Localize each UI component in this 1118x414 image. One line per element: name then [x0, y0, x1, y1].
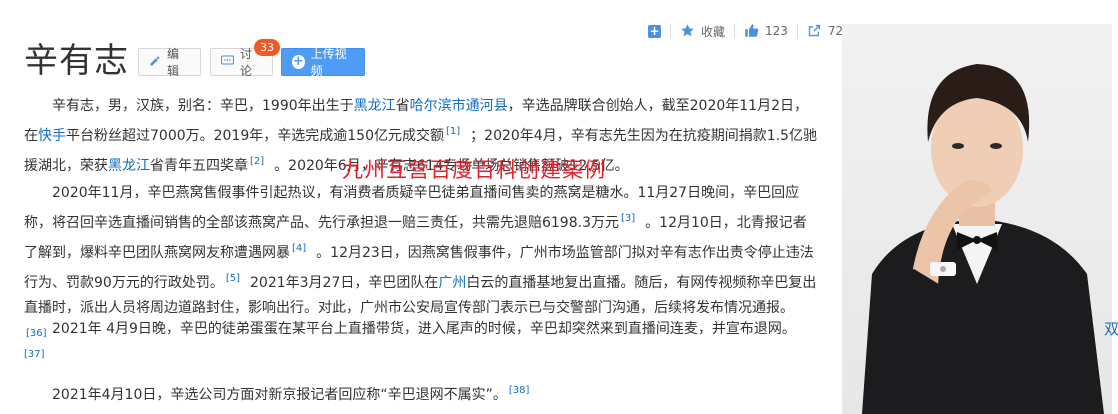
upload-video-button[interactable]: + 上传视频	[281, 47, 365, 78]
text: 2021年 4月9日晚，辛巴的徒弟蛋蛋在某平台上直播带货，进入尾声的时候，辛巴却…	[52, 321, 796, 337]
text: 辛有志，男，汉族，别名：辛巴，1990年出生于	[52, 98, 354, 114]
action-bar: + 收藏 123 72	[648, 20, 843, 42]
text: 2021年4月10日，辛选公司方面对新京报记者回应称“辛巴退网不属实”。	[52, 387, 507, 403]
reference-37[interactable]: [37]	[24, 349, 45, 360]
reference-3[interactable]: [3]	[621, 213, 635, 224]
text: 2021年3月27日，辛巴团队在	[250, 275, 439, 291]
link-guangzhou[interactable]: 广州	[438, 275, 466, 291]
side-edge-text: 双	[1104, 320, 1118, 338]
text: 省青年五四奖章	[150, 158, 248, 174]
add-entry-button[interactable]: +	[648, 23, 661, 38]
share-icon	[807, 23, 823, 39]
link-heilongjiang[interactable]: 黑龙江	[354, 98, 396, 114]
edit-label: 编辑	[167, 47, 180, 78]
discuss-count-badge: 33	[254, 39, 280, 56]
reference-5[interactable]: [5]	[226, 273, 240, 284]
like-button[interactable]: 123	[744, 23, 788, 39]
text: 平台粉丝超过7000万。2019年，辛选完成逾150亿元成交额	[66, 128, 444, 144]
divider	[670, 24, 671, 38]
retirement-paragraph: 2021年 4月9日晚，辛巴的徒弟蛋蛋在某平台上直播带货，进入尾声的时候，辛巴却…	[24, 317, 818, 367]
favorite-button[interactable]: 收藏	[680, 23, 725, 40]
link-kuaishou[interactable]: 快手	[38, 128, 66, 144]
reference-38[interactable]: [38]	[509, 385, 530, 396]
link-harbin-tonghe[interactable]: 哈尔滨市通河县	[410, 98, 508, 114]
watermark: 九州互营百度百科创建案例	[342, 158, 606, 182]
edit-button[interactable]: 编辑	[138, 47, 201, 78]
divider	[734, 24, 736, 38]
thumbs-up-icon	[744, 23, 760, 39]
favorite-label: 收藏	[701, 24, 726, 39]
person-illustration	[862, 64, 1104, 414]
link-heilongjiang-2[interactable]: 黑龙江	[108, 158, 150, 174]
pencil-icon	[149, 55, 161, 70]
plus-circle-icon: +	[292, 54, 305, 69]
upload-label: 上传视频	[310, 47, 347, 78]
page-title: 辛有志	[24, 41, 129, 81]
divider	[796, 24, 798, 38]
star-icon	[680, 23, 696, 39]
profile-photo[interactable]	[842, 24, 1112, 414]
reference-2[interactable]: [2]	[250, 156, 264, 167]
reference-1[interactable]: [1]	[446, 126, 460, 137]
share-button[interactable]: 72	[807, 23, 843, 39]
comment-icon	[220, 54, 235, 70]
share-count: 72	[827, 24, 844, 38]
like-count: 123	[765, 24, 788, 38]
response-paragraph: 2021年4月10日，辛选公司方面对新京报记者回应称“辛巴退网不属实”。 [38]	[24, 378, 818, 408]
plus-icon: +	[648, 23, 661, 38]
text: 省	[395, 98, 410, 114]
reference-4[interactable]: [4]	[292, 243, 306, 254]
